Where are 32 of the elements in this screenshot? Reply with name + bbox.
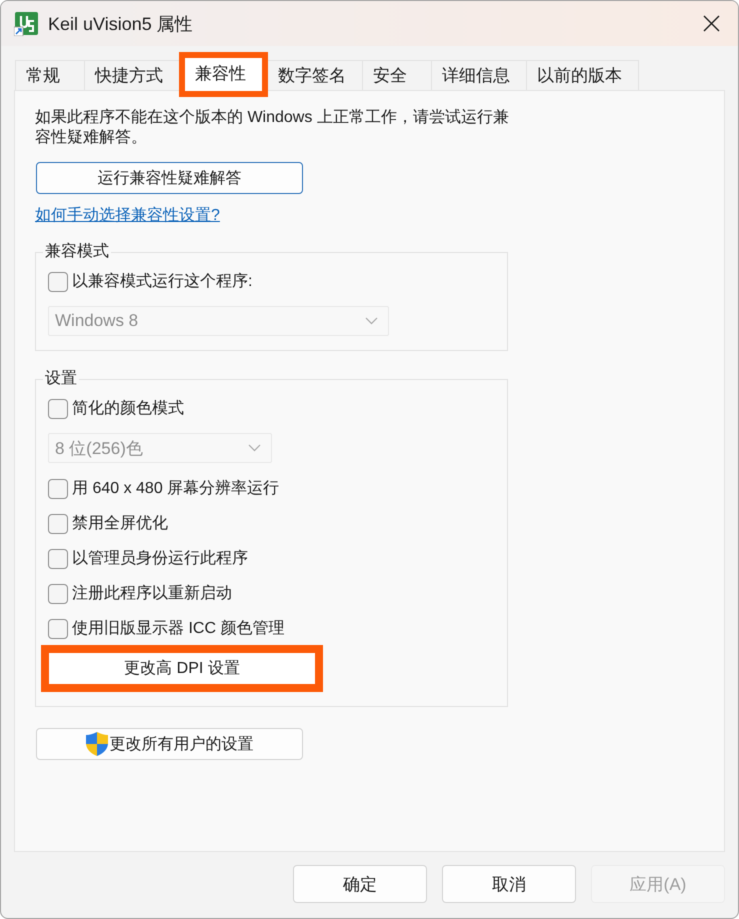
footer-button[interactable]: 确定 [293, 865, 427, 903]
troubleshoot-button[interactable]: 运行兼容性疑难解答 [36, 162, 303, 194]
checkbox[interactable] [48, 549, 68, 569]
chevron-down-icon [248, 444, 261, 452]
checkbox[interactable] [48, 514, 68, 534]
group-title: 兼容模式 [44, 243, 110, 261]
tab[interactable]: 兼容性 [179, 52, 268, 97]
tab[interactable]: 以前的版本 [526, 60, 639, 90]
checkbox-label: 简化的颜色模式 [72, 399, 184, 419]
checkbox-label: 使用旧版显示器 ICC 颜色管理 [72, 619, 284, 639]
intro-text: 如果此程序不能在这个版本的 Windows 上正常工作，请尝试运行兼容性疑难解答。 [35, 108, 510, 148]
checkbox[interactable] [48, 584, 68, 604]
window-title: Keil uVision5 属性 [48, 12, 194, 36]
tab[interactable]: 常规 [15, 60, 85, 90]
footer-button[interactable]: 取消 [442, 865, 576, 903]
shield-icon [86, 732, 108, 756]
app-icon [14, 12, 38, 36]
checkbox[interactable] [48, 479, 68, 499]
checkbox[interactable] [48, 619, 68, 639]
all-users-settings-button[interactable]: 更改所有用户的设置 [36, 728, 303, 760]
checkbox[interactable] [48, 399, 68, 419]
group-title: 设置 [44, 370, 78, 388]
checkbox-label: 禁用全屏优化 [72, 514, 168, 534]
dpi-settings-button[interactable]: 更改高 DPI 设置 [41, 645, 323, 692]
chevron-down-icon [365, 317, 378, 325]
checkbox-label: 用 640 x 480 屏幕分辨率运行 [72, 479, 280, 499]
checkbox-label: 注册此程序以重新启动 [72, 584, 232, 604]
checkbox-label: 以管理员身份运行此程序 [72, 549, 248, 569]
checkbox-label: 以兼容模式运行这个程序: [72, 272, 252, 292]
checkbox[interactable] [48, 272, 68, 292]
help-link[interactable]: 如何手动选择兼容性设置? [35, 206, 220, 226]
close-icon [702, 15, 720, 32]
